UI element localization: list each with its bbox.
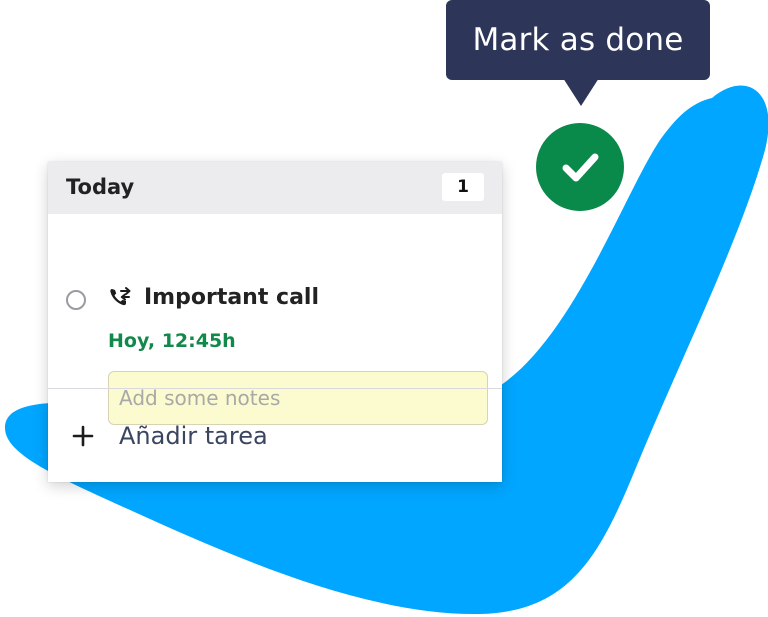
list-title: Today: [66, 175, 135, 199]
add-task-label: Añadir tarea: [119, 421, 268, 450]
list-header: Today 1: [48, 162, 502, 214]
task-title[interactable]: Important call: [144, 285, 319, 310]
checkmark-icon: [562, 153, 599, 182]
task-count-badge: 1: [442, 173, 484, 201]
add-task-button[interactable]: Añadir tarea: [48, 389, 502, 482]
task-item: Important call Hoy, 12:45h: [48, 214, 502, 425]
phone-transfer-icon: [110, 287, 131, 306]
mark-done-button[interactable]: [536, 123, 624, 211]
mark-as-done-tooltip: Mark as done: [446, 0, 710, 80]
task-complete-radio[interactable]: [66, 290, 86, 310]
task-due-time: Hoy, 12:45h: [108, 330, 236, 352]
task-list-card: Today 1 Important call Hoy, 12:45h Añadi…: [48, 162, 502, 482]
tooltip-text: Mark as done: [472, 22, 684, 58]
tooltip-arrow: [563, 78, 599, 106]
plus-icon: [72, 425, 94, 446]
